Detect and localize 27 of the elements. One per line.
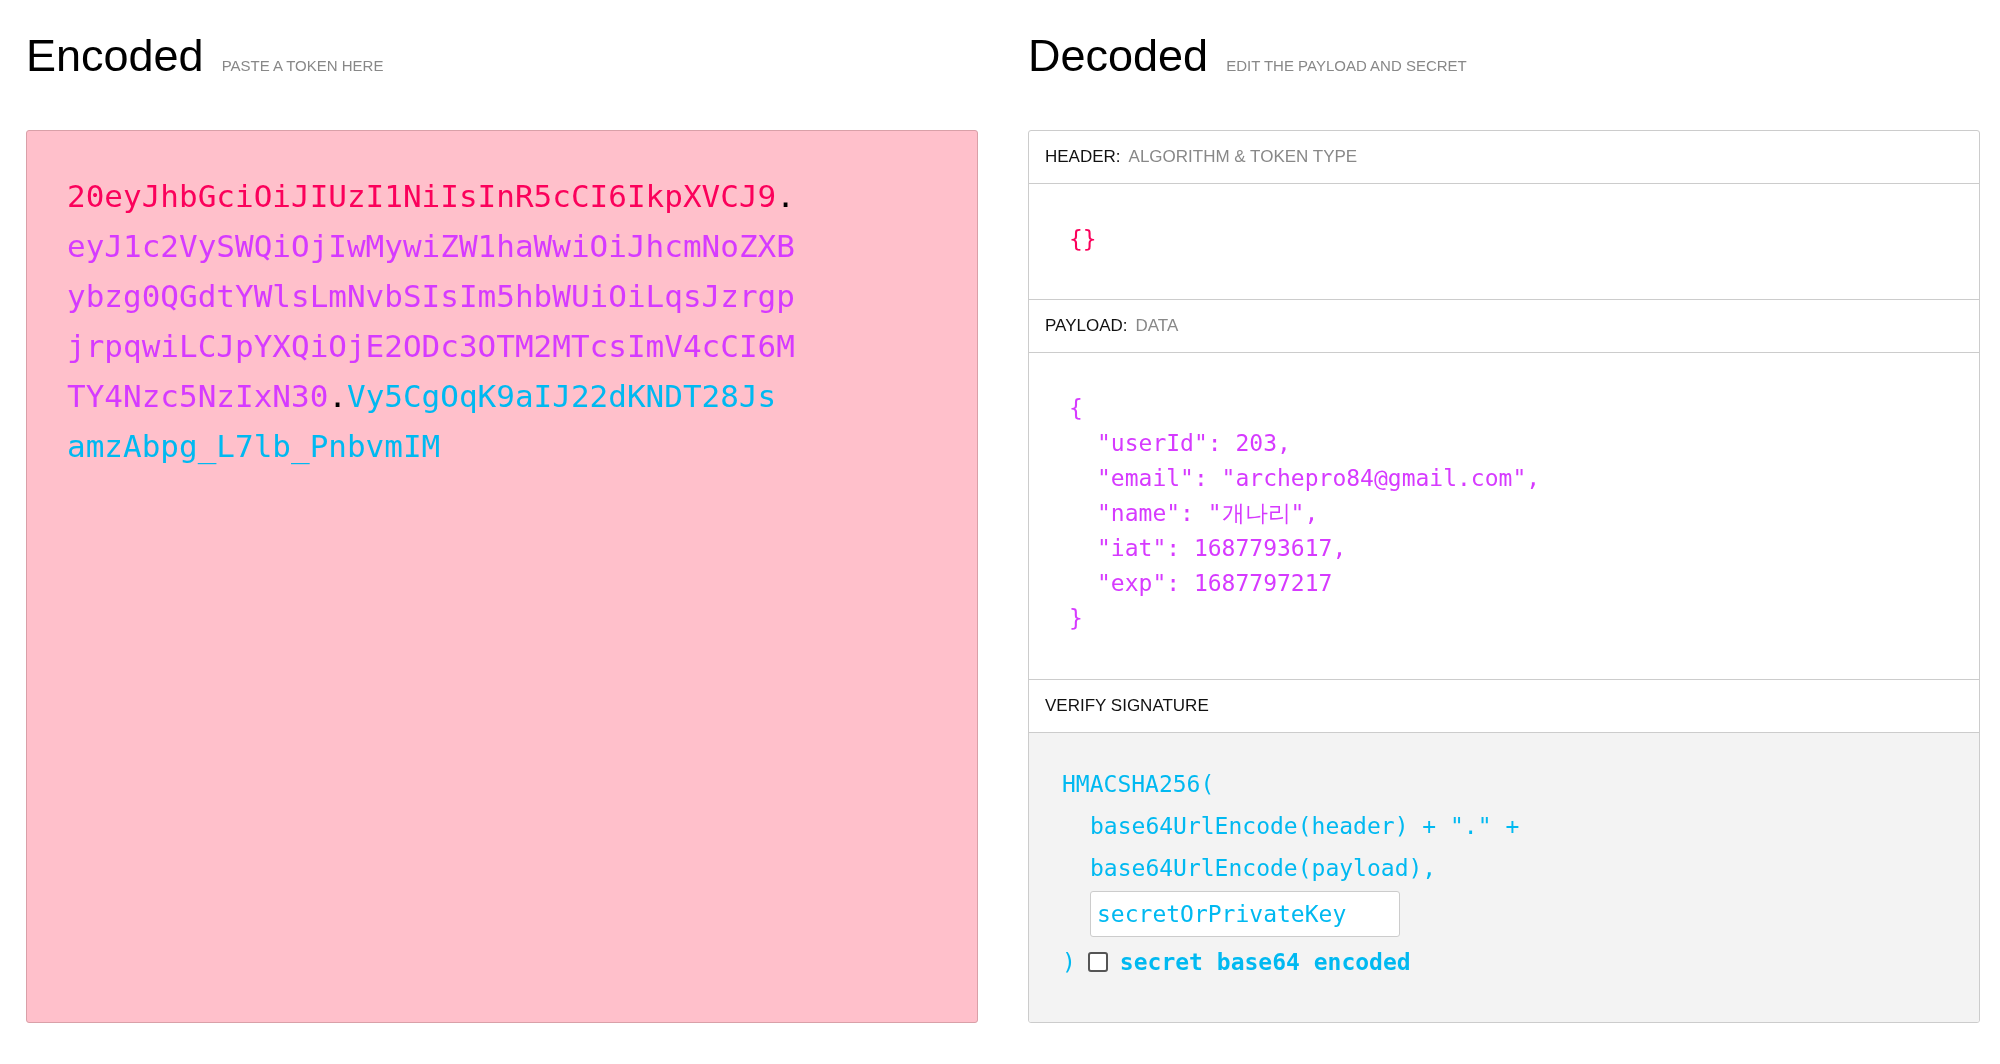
json-brace: }	[1069, 604, 1083, 633]
code-line: base64UrlEncode(payload),	[1090, 854, 1437, 883]
section-title: Decoded	[1028, 30, 1209, 82]
code-line: )	[1062, 948, 1076, 977]
token-input[interactable]	[26, 130, 978, 1023]
section-label: PAYLOAD:	[1045, 316, 1128, 336]
checkbox-label[interactable]: secret base64 encoded	[1119, 949, 1411, 975]
encoded-token: 20eyJhbGciOiJIUzI1NiIsInR5cCI6IkpXVCJ9. eyJ1c2VySWQiOjIwMywiZW1haWwiOiJhcmNoZXBybzg0QGdtYWlsLmNvbSIsIm5hbWUiOiLqsJzrgpjrpqwiLCJpYXQiOjE2ODc3OTM2MTcsImV4cCI6MTY4Nzc5NzIxN30.Vy5CgOqK9aIJ22dKNDT28JsamzAbpg_L7lb_PnbvmIM	[67, 177, 795, 467]
section-subtitle: EDIT THE PAYLOAD AND SECRET	[1226, 57, 1467, 74]
json-editor[interactable]: { "userId": 203, "email": "archepro84@gmail.com", "name": "개나리", "iat": 1687793617, "exp": 1687797217 }	[1029, 353, 1979, 680]
json-line: "name": "개나리",	[1096, 499, 1319, 528]
json-line: "iat": 1687793617,	[1096, 534, 1347, 563]
json-line: "email": "archepro84@gmail.com",	[1096, 464, 1541, 493]
secret-input[interactable]: secretOrPrivateKey	[1090, 891, 1400, 937]
section-title: Encoded	[26, 30, 204, 82]
section-caption: DATA	[1135, 316, 1179, 336]
checkbox[interactable]	[1087, 952, 1108, 972]
code-line: base64UrlEncode(header) + "." +	[1090, 812, 1520, 841]
json-brace: {	[1069, 394, 1083, 423]
json-brace: {}	[1069, 225, 1097, 254]
section-label: HEADER:	[1045, 147, 1121, 167]
json-editor[interactable]: {}	[1029, 184, 1979, 300]
json-line: "userId": 203,	[1096, 429, 1291, 458]
code-line: HMACSHA256(	[1062, 770, 1215, 799]
json-line: "exp": 1687797217	[1096, 569, 1333, 598]
section-caption: ALGORITHM & TOKEN TYPE	[1128, 147, 1358, 167]
section-subtitle: PASTE A TOKEN HERE	[221, 57, 384, 74]
